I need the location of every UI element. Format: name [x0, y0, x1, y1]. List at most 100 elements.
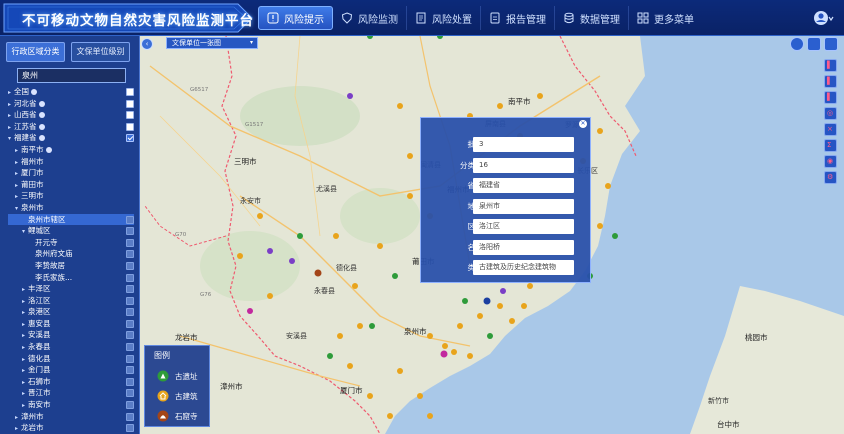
tab-admin-region[interactable]: 行政区域分类 [6, 42, 65, 62]
column-chart-tool-button[interactable]: ▌ [824, 75, 837, 88]
layer-select[interactable]: 文保单位一张图 ▾ [166, 37, 258, 49]
map-toolbar [790, 37, 838, 51]
place-label: 漳州市 [220, 382, 243, 391]
tree-item-label: 漳州市 [21, 411, 44, 421]
tree-item[interactable]: 泉州市辖区 [8, 213, 134, 226]
tree-checkbox[interactable] [126, 238, 134, 247]
sum-tool-button[interactable]: Σ [824, 139, 837, 152]
tree-checkbox[interactable] [126, 308, 134, 317]
tree-checkbox[interactable] [126, 354, 134, 363]
home-button[interactable] [807, 37, 821, 51]
tree-checkbox[interactable] [126, 285, 134, 294]
tree-item[interactable]: ▸ 安溪县 [8, 329, 134, 341]
tree-item[interactable]: 开元寺 [8, 237, 134, 249]
tree-checkbox[interactable] [126, 377, 134, 386]
tree-checkbox[interactable] [126, 250, 134, 259]
tree-item-label: 泉港区 [28, 307, 51, 317]
nav-risk-alert[interactable]: 风险提示 [258, 6, 333, 30]
tree-item[interactable]: 李贽故居 [8, 260, 134, 272]
measure-tool-button[interactable]: ◎ [824, 107, 837, 120]
tree-checkbox[interactable] [126, 122, 134, 131]
tree-item-label: 三明市 [21, 191, 44, 201]
tree-checkbox[interactable] [126, 424, 134, 433]
tree-item[interactable]: ▸ 金门县 [8, 364, 134, 376]
tree-checkbox[interactable] [126, 412, 134, 421]
tree-item[interactable]: 泉州府文庙 [8, 248, 134, 260]
tree-item[interactable]: ▸ 福州市 [8, 156, 134, 168]
tree-item[interactable]: ▸ 莆田市 [8, 179, 134, 191]
tree-checkbox[interactable] [126, 273, 134, 282]
tree-checkbox[interactable] [126, 319, 134, 328]
tree-item[interactable]: ▸ 全国 [8, 86, 134, 98]
tree-item[interactable]: ▸ 丰泽区 [8, 283, 134, 295]
tree-item[interactable]: 李氏家族... [8, 272, 134, 284]
tab-protection-level[interactable]: 文保单位级别 [71, 42, 130, 62]
tree-item[interactable]: ▾ 福建省 [8, 132, 134, 144]
close-icon[interactable]: ✕ [579, 120, 587, 128]
tree-item-label: 李氏家族... [35, 272, 73, 282]
user-menu[interactable] [812, 8, 834, 30]
tree-item[interactable]: ▸ 泉港区 [8, 306, 134, 318]
tree-checkbox[interactable] [126, 296, 134, 305]
tree-item-label: 惠安县 [28, 318, 51, 328]
tree-checkbox[interactable] [126, 331, 134, 340]
tree-checkbox[interactable] [126, 389, 134, 398]
nav-report-manage[interactable]: 报告管理 [481, 6, 555, 30]
field-value[interactable]: 福建省 [473, 178, 574, 193]
tree-item[interactable]: ▸ 龙岩市 [8, 422, 134, 434]
tree-checkbox[interactable] [126, 227, 134, 236]
tree-checkbox[interactable] [126, 261, 134, 270]
layers-button[interactable] [824, 37, 838, 51]
field-value[interactable]: 3 [473, 137, 574, 152]
tree-item[interactable]: ▸ 德化县 [8, 353, 134, 365]
region-search-input[interactable] [17, 68, 126, 83]
refresh-button[interactable] [790, 37, 804, 51]
collapse-panel-button[interactable]: ‹ [141, 38, 153, 50]
tree-checkbox[interactable] [126, 134, 134, 143]
nav-risk-handle[interactable]: 风险处置 [407, 6, 481, 30]
clear-tool-button[interactable]: × [824, 123, 837, 136]
tree-checkbox[interactable] [126, 343, 134, 352]
field-value[interactable]: 古建筑及历史纪念建筑物 [473, 260, 574, 275]
bar-chart-icon: ▌ [827, 77, 833, 85]
nav-data-manage[interactable]: 数据管理 [555, 6, 629, 30]
grid-icon [637, 12, 649, 24]
settings-tool-button[interactable]: ⚙ [824, 171, 837, 184]
tree-item[interactable]: ▸ 河北省 [8, 98, 134, 110]
nav-risk-monitor[interactable]: 风险监测 [333, 6, 407, 30]
target-tool-button[interactable]: ◉ [824, 155, 837, 168]
tree-item[interactable]: ▾ 鲤城区 [8, 225, 134, 237]
tree-item[interactable]: ▸ 永春县 [8, 341, 134, 353]
tree-item[interactable]: ▸ 三明市 [8, 190, 134, 202]
field-value[interactable]: 洛江区 [473, 219, 574, 234]
field-value[interactable]: 洛阳桥 [473, 239, 574, 255]
tree-item-label: 福建省 [14, 133, 37, 143]
tree-item[interactable]: ▾ 泉州市 [8, 202, 134, 214]
tree-checkbox[interactable] [126, 215, 134, 224]
field-value[interactable]: 16 [473, 157, 574, 173]
tree-item[interactable]: ▸ 南平市 [8, 144, 134, 156]
tree-checkbox[interactable] [126, 99, 134, 108]
tree-checkbox[interactable] [126, 111, 134, 120]
nav-more-menu[interactable]: 更多菜单 [629, 6, 702, 30]
tree-item[interactable]: ▸ 晋江市 [8, 387, 134, 399]
tree-item[interactable]: ▸ 南安市 [8, 399, 134, 411]
popup-field: 区县:洛江区 [421, 219, 592, 234]
tree-item[interactable]: ▸ 江苏省 [8, 121, 134, 133]
bar-chart-tool-button[interactable]: ▌ [824, 59, 837, 72]
popup-field: 省份:福建省 [421, 178, 592, 193]
tree-item[interactable]: ▸ 洛江区 [8, 295, 134, 307]
tree-checkbox[interactable] [126, 88, 134, 96]
place-label: 三明市 [234, 157, 257, 166]
tree-item[interactable]: ▸ 山西省 [8, 109, 134, 121]
tree-item[interactable]: ▸ 漳州市 [8, 411, 134, 423]
stat-tool-button[interactable]: ▌ [824, 91, 837, 104]
field-value[interactable]: 泉州市 [473, 198, 574, 214]
popup-field: 批次:3 [421, 137, 592, 152]
tree-checkbox[interactable] [126, 366, 134, 375]
tree-item[interactable]: ▸ 石狮市 [8, 376, 134, 388]
tree-item[interactable]: ▸ 厦门市 [8, 167, 134, 179]
tree-checkbox[interactable] [126, 401, 134, 410]
tree-item[interactable]: ▸ 惠安县 [8, 318, 134, 330]
popup-field: 名称:洛阳桥 [421, 239, 592, 255]
